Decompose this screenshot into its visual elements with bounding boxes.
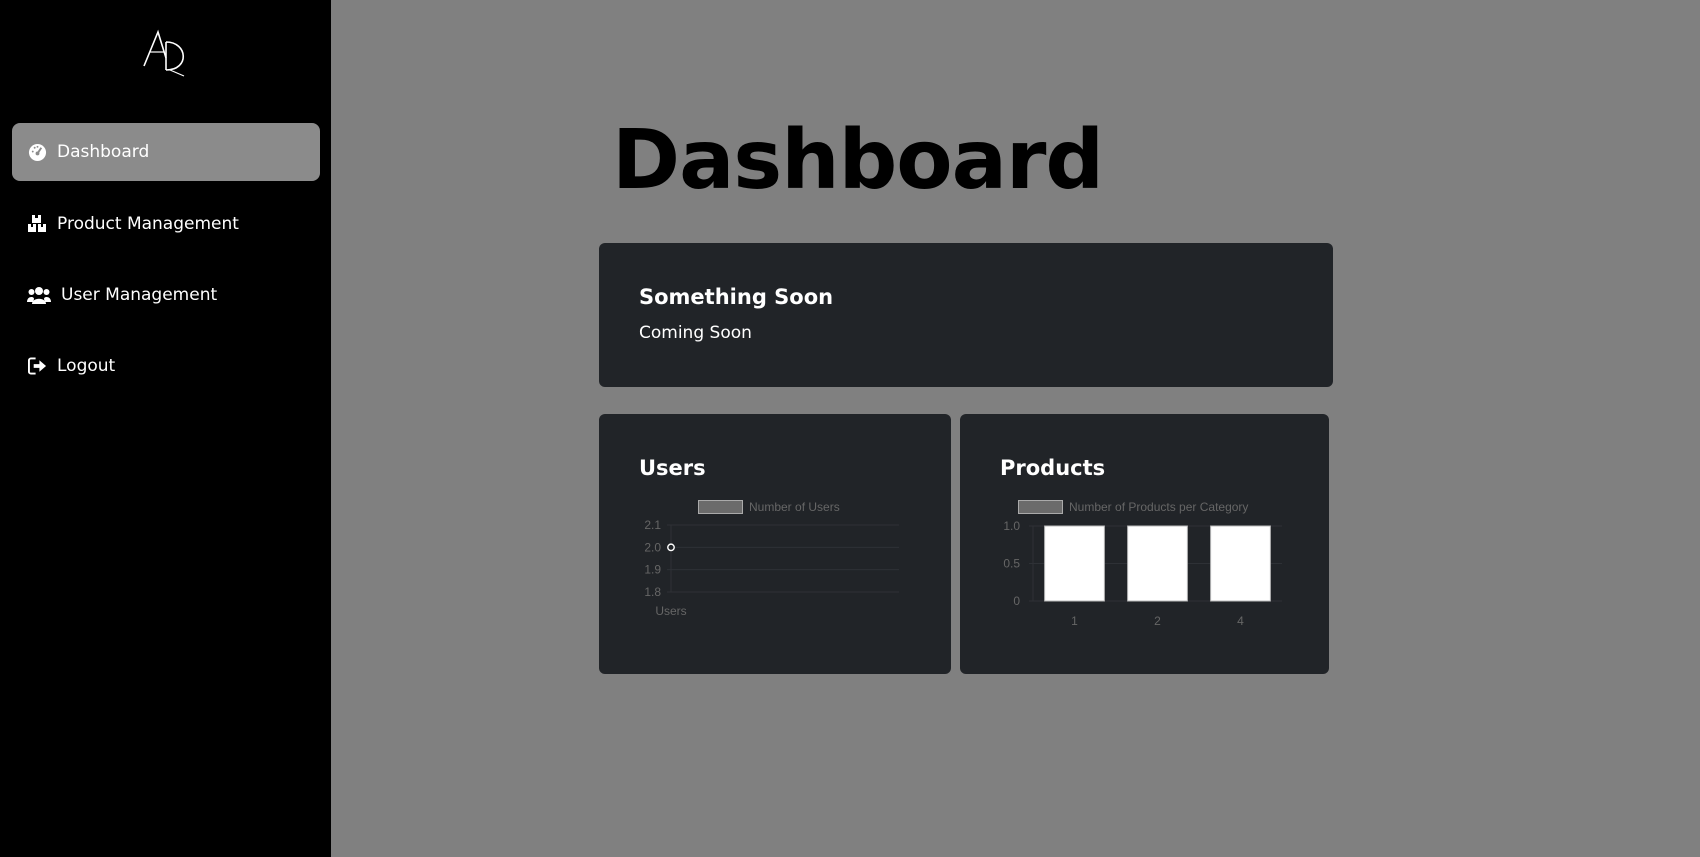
sidebar-item-label: Product Management [57,214,239,234]
bar [1044,525,1105,602]
card-title: Something Soon [639,285,834,309]
data-point [667,543,675,552]
sidebar-item-label: User Management [61,285,218,305]
y-tick-label: 1.8 [644,585,661,599]
y-tick-label: 1.0 [1003,519,1020,533]
sidebar: Dashboard Product Management User Manage… [0,0,331,857]
sidebar-item-label: Logout [57,356,116,376]
y-tick-label: 0 [1013,594,1020,608]
sidebar-item-user-management[interactable]: User Management [12,266,320,324]
boxes-icon [27,214,47,234]
users-icon [27,285,51,305]
x-tick-label: 1 [1071,614,1078,628]
sidebar-item-logout[interactable]: Logout [12,337,320,395]
y-tick-label: 1.9 [644,563,661,577]
dashboard-gauge-icon [27,142,47,162]
bar [1210,525,1271,602]
y-tick-label: 2.1 [644,518,661,532]
page-title: Dashboard [612,113,1104,208]
something-soon-card: Something Soon Coming Soon [599,243,1333,387]
card-text: Coming Soon [639,323,752,343]
sidebar-item-product-management[interactable]: Product Management [12,195,320,253]
ad-monogram-logo[interactable] [140,28,194,78]
x-tick-label: Users [655,604,686,618]
x-tick-label: 2 [1154,614,1161,628]
y-tick-label: 2.0 [644,540,661,554]
users-card: Users Number of Users 2.1 2.0 1.9 1.8 Users [599,414,951,674]
sidebar-item-dashboard[interactable]: Dashboard [12,123,320,181]
sidebar-item-label: Dashboard [57,142,150,162]
products-bar-chart: 1.0 0.5 0 1 2 4 [1003,519,1282,628]
y-tick-label: 0.5 [1003,557,1020,571]
bar [1127,525,1188,602]
x-tick-label: 4 [1237,614,1244,628]
logout-icon [27,356,47,376]
users-line-chart: 2.1 2.0 1.9 1.8 Users [644,518,899,618]
products-card: Products Number of Products per Category… [960,414,1329,674]
